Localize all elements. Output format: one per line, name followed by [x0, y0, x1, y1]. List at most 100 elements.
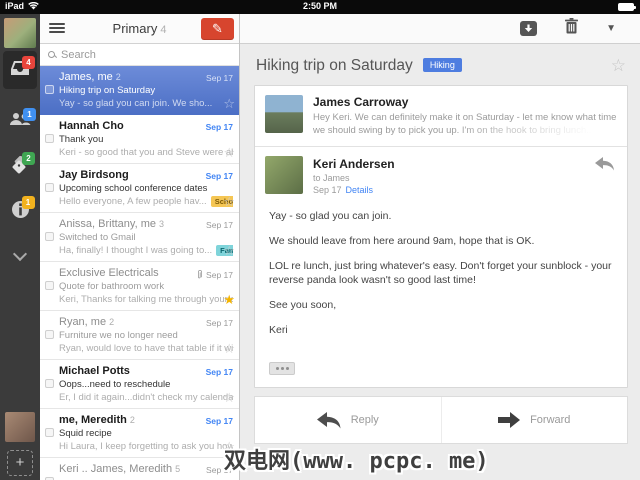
- row-sender: Keri .. James, Meredith: [59, 463, 172, 475]
- compose-button[interactable]: ✎: [201, 18, 234, 40]
- search-input[interactable]: Search: [61, 49, 96, 61]
- sidebar-item-labels[interactable]: 2: [0, 148, 40, 188]
- secondary-account-avatar[interactable]: [5, 412, 35, 442]
- row-subject: Furniture we no longer need: [59, 330, 233, 341]
- row-sender: Michael Potts: [59, 365, 130, 377]
- row-checkbox[interactable]: [45, 428, 54, 437]
- recipient-line: to James: [313, 173, 617, 183]
- hiking-label-chip[interactable]: Hiking: [423, 58, 462, 72]
- reply-arrow-icon: [317, 412, 341, 429]
- row-preview: Keri, Thanks for talking me through your…: [59, 294, 233, 305]
- row-sender: Hannah Cho: [59, 120, 124, 132]
- email-list-item[interactable]: Keri .. James, Meredith5 Sep 17 ☆: [40, 458, 239, 480]
- row-date: Sep 17: [196, 269, 233, 280]
- row-subject: Switched to Gmail: [59, 232, 233, 243]
- message-paragraph: LOL re lunch, just bring whatever's easy…: [269, 259, 613, 287]
- details-link[interactable]: Details: [346, 185, 374, 195]
- gmail-ipad-app: iPad 2:50 PM 4: [0, 0, 640, 480]
- date-line: Sep 17Details: [313, 185, 617, 195]
- row-preview: Hello everyone, A few people hav...: [59, 196, 207, 207]
- message-header[interactable]: Keri Andersen to James Sep 17Details: [255, 147, 627, 199]
- sender-name: James Carroway: [313, 95, 617, 109]
- row-subject: Oops...need to reschedule: [59, 379, 233, 390]
- more-actions-button[interactable]: ▼: [606, 23, 616, 34]
- thread-star-icon[interactable]: ☆: [611, 56, 626, 76]
- row-subject: Hiking trip on Saturday: [59, 85, 233, 96]
- row-checkbox[interactable]: [45, 183, 54, 192]
- search-bar[interactable]: Search: [40, 44, 239, 66]
- account-avatar[interactable]: [4, 18, 36, 48]
- trash-icon: [565, 18, 578, 34]
- sidebar-item-info[interactable]: 1: [0, 192, 40, 232]
- row-preview: Keri - so good that you and Steve were a…: [59, 147, 233, 158]
- row-date: Sep 17: [206, 122, 233, 132]
- row-preview: Yay - so glad you can join. We sho...: [59, 98, 212, 109]
- row-checkbox[interactable]: [45, 379, 54, 388]
- collapsed-message[interactable]: James Carroway Hey Keri. We can definite…: [255, 86, 627, 147]
- email-list: James, me2 Sep 17 Hiking trip on Saturda…: [40, 66, 239, 480]
- search-icon: [48, 51, 56, 59]
- reply-button-large[interactable]: Reply: [255, 397, 442, 443]
- row-sender: James, me: [59, 71, 113, 83]
- star-icon[interactable]: ☆: [223, 391, 235, 404]
- row-message-count: 5: [175, 464, 180, 474]
- message-body: Yay - so glad you can join.We should lea…: [255, 199, 627, 360]
- add-account-button[interactable]: +: [7, 450, 33, 476]
- row-subject: Quote for bathroom work: [59, 281, 233, 292]
- email-list-item[interactable]: Exclusive Electricals Sep 17 Quote for b…: [40, 262, 239, 311]
- message-paragraph: Keri: [269, 323, 613, 337]
- thread-card: James Carroway Hey Keri. We can definite…: [254, 85, 628, 388]
- expanded-message: Keri Andersen to James Sep 17Details Yay…: [255, 147, 627, 387]
- reply-arrow-icon: [595, 157, 615, 171]
- row-sender: me, Meredith: [59, 414, 127, 426]
- email-list-item[interactable]: James, me2 Sep 17 Hiking trip on Saturda…: [40, 66, 239, 115]
- star-icon[interactable]: ★: [223, 293, 235, 306]
- archive-icon: [524, 24, 533, 33]
- sidebar-item-inbox[interactable]: 4: [0, 50, 40, 90]
- row-checkbox[interactable]: [45, 281, 54, 290]
- sidebar-expand-chevron[interactable]: [0, 236, 40, 276]
- message-paragraph: We should leave from here around 9am, ho…: [269, 234, 613, 248]
- unread-count: 4: [160, 24, 166, 36]
- star-icon[interactable]: ☆: [223, 244, 235, 257]
- row-checkbox[interactable]: [45, 85, 54, 94]
- status-bar: iPad 2:50 PM: [0, 0, 640, 14]
- row-preview: Ha, finally! I thought I was going to...: [59, 245, 212, 256]
- row-sender: Ryan, me: [59, 316, 106, 328]
- row-preview: Er, I did it again...didn't check my cal…: [59, 392, 233, 403]
- sidebar-item-contacts[interactable]: 1: [0, 102, 40, 142]
- row-date: Sep 17: [206, 367, 233, 377]
- row-date: Sep 17: [206, 318, 233, 328]
- row-message-count: 3: [159, 219, 164, 229]
- clock: 2:50 PM: [0, 1, 640, 11]
- info-badge: 1: [22, 196, 35, 209]
- show-quoted-text-button[interactable]: [269, 362, 295, 375]
- row-subject: Upcoming school conference dates: [59, 183, 233, 194]
- account-rail: 4 1 2: [0, 14, 40, 480]
- email-list-item[interactable]: Anissa, Brittany, me3 Sep 17 Switched to…: [40, 213, 239, 262]
- row-checkbox[interactable]: [45, 134, 54, 143]
- email-list-item[interactable]: Jay Birdsong Sep 17 Upcoming school conf…: [40, 164, 239, 213]
- row-preview: Ryan, would love to have that table if i…: [59, 343, 233, 354]
- row-checkbox[interactable]: [45, 330, 54, 339]
- email-list-item[interactable]: Ryan, me2 Sep 17 Furniture we no longer …: [40, 311, 239, 360]
- row-checkbox[interactable]: [45, 232, 54, 241]
- star-icon[interactable]: ☆: [223, 146, 235, 159]
- archive-button[interactable]: [520, 21, 537, 36]
- row-sender: Anissa, Brittany, me: [59, 218, 156, 230]
- row-sender: Exclusive Electricals: [59, 267, 159, 279]
- delete-button[interactable]: [565, 18, 578, 39]
- thread-toolbar: ▼: [240, 14, 640, 44]
- star-icon[interactable]: ☆: [223, 195, 235, 208]
- forward-button-large[interactable]: Forward: [442, 397, 628, 443]
- email-list-pane: Primary4 ✎ Search James, me2 Sep 17 Hiki…: [40, 14, 240, 480]
- reply-button[interactable]: [595, 157, 615, 176]
- email-list-item[interactable]: Hannah Cho Sep 17 Thank you Keri - so go…: [40, 115, 239, 164]
- row-subject: Squid recipe: [59, 428, 233, 439]
- star-icon[interactable]: ☆: [223, 342, 235, 355]
- email-list-item[interactable]: Michael Potts Sep 17 Oops...need to resc…: [40, 360, 239, 409]
- row-subject: Thank you: [59, 134, 233, 145]
- star-icon[interactable]: ☆: [223, 97, 235, 110]
- email-list-item[interactable]: me, Meredith2 Sep 17 Squid recipe Hi Lau…: [40, 409, 239, 458]
- battery-icon: [618, 3, 634, 11]
